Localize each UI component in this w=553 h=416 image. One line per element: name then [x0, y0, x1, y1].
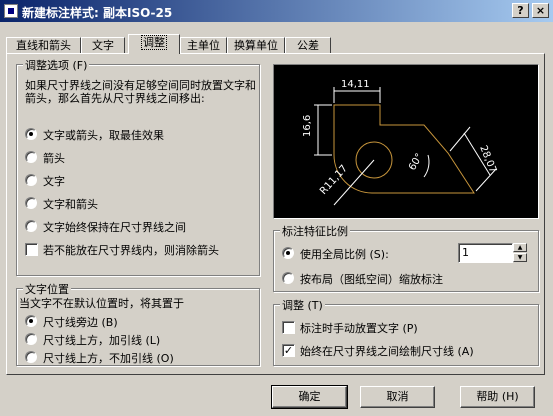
placement-no-leader-radio[interactable] — [25, 351, 37, 363]
tab-alternate-units[interactable]: 换算单位 — [227, 37, 285, 54]
global-scale-input[interactable]: 1 — [458, 243, 513, 263]
use-global-scale-radio[interactable] — [282, 247, 294, 259]
fit-options-group: 调整选项 (F) 如果尺寸界线之间没有足够空间同时放置文字和箭头，那么首先从尺寸… — [16, 57, 260, 276]
scale-down-arrow[interactable]: ▼ — [513, 253, 527, 262]
fine-tuning-group: 调整 (T) 标注时手动放置文字 (P) ✓ 始终在尺寸界线之间绘制尺寸线 (A… — [273, 297, 539, 366]
scale-legend: 标注特征比例 — [280, 223, 350, 239]
help-title-button[interactable]: ? — [512, 3, 529, 18]
suppress-arrows-label[interactable]: 若不能放在尺寸界线内，则消除箭头 — [43, 242, 219, 258]
preview-drawing: 14,11 16,6 28,07 60° R11,17 — [302, 79, 498, 206]
fit-tab-panel: 调整选项 (F) 如果尺寸界线之间没有足够空间同时放置文字和箭头，那么首先从尺寸… — [6, 53, 545, 375]
fit-option-arrows-radio[interactable] — [25, 151, 37, 163]
tab-text[interactable]: 文字 — [81, 37, 125, 54]
always-draw-label[interactable]: 始终在尺寸界线之间绘制尺寸线 (A) — [300, 343, 474, 359]
placement-no-leader-label[interactable]: 尺寸线上方，不加引线 (O) — [43, 350, 174, 366]
placement-beside-label[interactable]: 尺寸线旁边 (B) — [43, 314, 118, 330]
fit-option-both-label[interactable]: 文字和箭头 — [43, 196, 98, 212]
tab-fit[interactable]: 调整 — [128, 34, 180, 54]
tab-tolerances[interactable]: 公差 — [285, 37, 331, 54]
tab-lines-arrows[interactable]: 直线和箭头 — [6, 37, 81, 54]
dim-left-label: 16,6 — [302, 115, 313, 137]
preview-geometry — [333, 104, 475, 194]
fit-option-both-radio[interactable] — [25, 197, 37, 209]
scale-to-layout-radio[interactable] — [282, 272, 294, 284]
fit-option-text-label[interactable]: 文字 — [43, 173, 65, 189]
preview-dimension-text: 14,11 16,6 28,07 60° R11,17 — [302, 79, 498, 197]
window-title: 新建标注样式: 副本ISO-25 — [22, 6, 173, 20]
placement-leader-label[interactable]: 尺寸线上方，加引线 (L) — [43, 332, 160, 348]
dim-angle-label: 60° — [407, 152, 425, 173]
placement-beside-radio[interactable] — [25, 315, 37, 327]
help-button[interactable]: 帮助 (H) — [460, 386, 535, 408]
fit-option-best-fit-radio[interactable] — [25, 128, 37, 140]
text-placement-group: 文字位置 当文字不在默认位置时，将其置于 尺寸线旁边 (B) 尺寸线上方，加引线… — [16, 281, 260, 366]
manual-text-checkbox[interactable] — [282, 321, 295, 334]
scale-up-arrow[interactable]: ▲ — [513, 243, 527, 252]
text-placement-description: 当文字不在默认位置时，将其置于 — [19, 297, 184, 310]
dim-top-label: 14,11 — [341, 79, 370, 90]
fit-options-description: 如果尺寸界线之间没有足够空间同时放置文字和箭头，那么首先从尺寸界线之间移出: — [25, 79, 256, 105]
manual-text-label[interactable]: 标注时手动放置文字 (P) — [300, 320, 418, 336]
scale-to-layout-label[interactable]: 按布局（图纸空间）缩放标注 — [300, 271, 443, 287]
fit-option-keep-text-label[interactable]: 文字始终保持在尺寸界线之间 — [43, 219, 186, 235]
fit-option-best-fit-label[interactable]: 文字或箭头，取最佳效果 — [43, 127, 164, 143]
suppress-arrows-checkbox[interactable] — [25, 243, 38, 256]
ok-button[interactable]: 确定 — [271, 385, 348, 409]
global-scale-value[interactable]: 1 — [462, 246, 469, 259]
title-bar: 新建标注样式: 副本ISO-25 ? × — [0, 0, 553, 22]
placement-leader-radio[interactable] — [25, 333, 37, 345]
fit-option-keep-text-radio[interactable] — [25, 220, 37, 232]
fit-options-legend: 调整选项 (F) — [23, 57, 90, 73]
fit-option-text-radio[interactable] — [25, 174, 37, 186]
use-global-scale-label[interactable]: 使用全局比例 (S): — [300, 246, 389, 262]
app-icon — [4, 4, 18, 18]
always-draw-checkbox[interactable]: ✓ — [282, 344, 295, 357]
close-button[interactable]: × — [532, 3, 549, 18]
fit-option-arrows-label[interactable]: 箭头 — [43, 150, 65, 166]
tab-primary-units[interactable]: 主单位 — [180, 37, 227, 54]
scale-group: 标注特征比例 使用全局比例 (S): 1 ▲ ▼ 按布局（图纸空间）缩放标注 — [273, 223, 539, 292]
cancel-button[interactable]: 取消 — [360, 386, 435, 408]
dimension-preview: 14,11 16,6 28,07 60° R11,17 — [273, 64, 539, 219]
fine-tuning-legend: 调整 (T) — [280, 297, 325, 313]
